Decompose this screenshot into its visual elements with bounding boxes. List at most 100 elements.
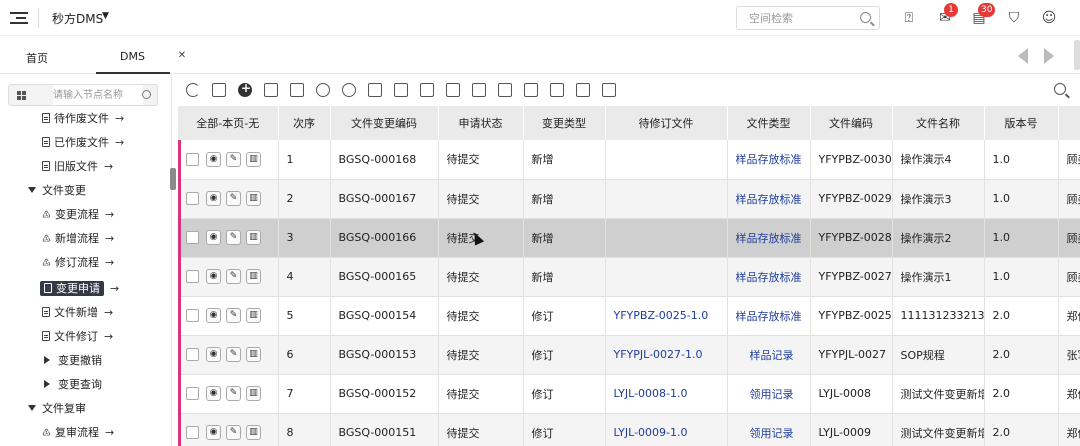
app-title[interactable]: 秒方DMS <box>52 10 103 27</box>
view-icon[interactable]: ◉ <box>206 230 221 245</box>
add-icon[interactable] <box>238 81 252 97</box>
edit-icon[interactable] <box>264 83 278 97</box>
cell-file-type-link[interactable]: 样品存放标准 <box>727 179 811 219</box>
attachment-icon[interactable] <box>524 83 538 97</box>
space-search-input[interactable] <box>737 7 855 29</box>
preview-icon[interactable] <box>342 83 356 97</box>
sidebar-item-change-request[interactable]: 变更申请 → <box>40 279 119 299</box>
table-row[interactable]: ◉ ✎ ▥ 5 BGSQ-000154 待提交 修订 YFYPBZ-0025-1.0 样品存放标… <box>178 296 1080 336</box>
row-checkbox[interactable] <box>186 348 199 361</box>
export-icon[interactable] <box>212 83 226 97</box>
edit-icon[interactable]: ✎ <box>226 191 241 206</box>
fullscreen-icon[interactable] <box>550 83 564 97</box>
column-header[interactable]: 文件变更编码 <box>330 106 439 140</box>
edit-icon[interactable]: ✎ <box>226 269 241 284</box>
sidebar-item-file-add[interactable]: 文件新增 → <box>42 303 113 323</box>
search-icon[interactable] <box>860 12 871 23</box>
table-row[interactable]: ◉ ✎ ▥ 3 BGSQ-000166 待提交 新增 样品存放标准 YFYPBZ-0028 操作演… <box>178 218 1080 258</box>
row-checkbox[interactable] <box>186 192 199 205</box>
edit-icon[interactable]: ✎ <box>226 308 241 323</box>
cell-file-type-link[interactable]: 领用记录 <box>727 413 811 446</box>
row-checkbox[interactable] <box>186 309 199 322</box>
share-icon[interactable] <box>472 83 486 97</box>
table-row[interactable]: ◉ ✎ ▥ 1 BGSQ-000168 待提交 新增 样品存放标准 YFYPBZ-0030 操作演… <box>178 140 1080 180</box>
sidebar-item-old-version[interactable]: 旧版文件 → <box>42 157 113 177</box>
view-icon[interactable]: ◉ <box>206 425 221 440</box>
table-row[interactable]: ◉ ✎ ▥ 6 BGSQ-000153 待提交 修订 YFYPJL-0027-1.0 样品记录 Y… <box>178 335 1080 375</box>
trash-icon[interactable]: ▥ <box>246 151 261 167</box>
cell-target-file-link[interactable]: LYJL-0008-1.0 <box>605 374 728 414</box>
column-header[interactable]: 变更类型 <box>523 106 606 140</box>
trash-icon[interactable]: ▥ <box>246 308 261 323</box>
select-all-header[interactable]: 全部-本页-无 <box>178 106 279 140</box>
sidebar-item-revise-flow[interactable]: ♳ 修订流程 → <box>42 253 114 273</box>
report-icon[interactable] <box>576 83 590 97</box>
tab-home[interactable]: 首页 <box>26 50 48 66</box>
tab-scroll-right-icon[interactable] <box>1044 48 1054 64</box>
cell-target-file-link[interactable]: LYJL-0009-1.0 <box>605 413 728 446</box>
cell-target-file-link[interactable] <box>605 140 728 180</box>
sidebar-item-pending-void[interactable]: 待作废文件 → <box>42 109 124 129</box>
cell-target-file-link[interactable] <box>605 179 728 219</box>
sidebar-group-file-change[interactable]: 文件变更 <box>28 181 86 201</box>
cell-file-type-link[interactable]: 样品记录 <box>727 335 811 375</box>
column-header[interactable]: 版本号 <box>984 106 1059 140</box>
edit-icon[interactable]: ✎ <box>226 386 241 401</box>
trash-icon[interactable]: ▥ <box>246 386 261 401</box>
grid-icon[interactable] <box>17 91 26 100</box>
trash-icon[interactable]: ▥ <box>246 191 261 206</box>
edit-icon[interactable]: ✎ <box>226 230 241 245</box>
cell-target-file-link[interactable] <box>605 218 728 258</box>
calculator-icon[interactable] <box>368 83 382 97</box>
print-icon[interactable] <box>316 83 330 97</box>
cell-target-file-link[interactable]: YFYPBZ-0025-1.0 <box>605 296 728 336</box>
cell-file-type-link[interactable]: 样品存放标准 <box>727 257 811 297</box>
search-icon[interactable] <box>142 90 151 99</box>
trash-icon[interactable]: ▥ <box>246 269 261 284</box>
row-checkbox[interactable] <box>186 152 199 166</box>
trash-icon[interactable]: ▥ <box>246 425 261 440</box>
shirt-icon[interactable]: ⛉ <box>1005 9 1023 27</box>
edit-icon[interactable]: ✎ <box>226 151 241 167</box>
trash-icon[interactable]: ▥ <box>246 347 261 362</box>
column-header[interactable]: 待修订文件 <box>605 106 728 140</box>
view-icon[interactable]: ◉ <box>206 386 221 401</box>
edit-icon[interactable]: ✎ <box>226 425 241 440</box>
cell-file-type-link[interactable]: 样品存放标准 <box>727 296 811 336</box>
column-header[interactable]: 文件类型 <box>727 106 811 140</box>
caret-down-icon[interactable]: ▼ <box>102 11 109 21</box>
chart-icon[interactable] <box>420 83 434 97</box>
view-icon[interactable]: ◉ <box>206 308 221 323</box>
edit-icon[interactable]: ✎ <box>226 347 241 362</box>
close-icon[interactable]: ✕ <box>176 50 188 62</box>
view-icon[interactable]: ◉ <box>206 269 221 284</box>
scrollbar[interactable] <box>1074 40 1080 70</box>
menu-icon[interactable] <box>10 9 28 27</box>
table-row[interactable]: ◉ ✎ ▥ 7 BGSQ-000152 待提交 修订 LYJL-0008-1.0 领用记录 LYJ… <box>178 374 1080 414</box>
delete-icon[interactable] <box>290 83 304 97</box>
row-checkbox[interactable] <box>186 231 199 244</box>
node-search-input[interactable] <box>53 85 143 105</box>
sidebar-group-change-query[interactable]: 变更查询 <box>44 375 102 395</box>
document-icon[interactable] <box>394 83 408 97</box>
column-header[interactable]: 文件编码 <box>810 106 893 140</box>
cell-target-file-link[interactable]: YFYPJL-0027-1.0 <box>605 335 728 375</box>
tab-dms[interactable]: DMS <box>120 50 145 63</box>
cell-file-type-link[interactable]: 领用记录 <box>727 374 811 414</box>
row-checkbox[interactable] <box>186 270 199 283</box>
sidebar-item-change-flow[interactable]: ♳ 变更流程 → <box>42 205 114 225</box>
search-icon[interactable] <box>1054 83 1066 95</box>
table-row[interactable]: ◉ ✎ ▥ 4 BGSQ-000165 待提交 新增 样品存放标准 YFYPBZ-0027 操作演… <box>178 257 1080 297</box>
chat-icon[interactable]: ☺ <box>1040 9 1058 27</box>
view-icon[interactable]: ◉ <box>206 191 221 206</box>
trash-icon[interactable]: ▥ <box>246 230 261 245</box>
row-checkbox[interactable] <box>186 426 199 439</box>
import-icon[interactable] <box>498 83 512 97</box>
column-header[interactable]: 文件名称 <box>892 106 985 140</box>
sidebar-item-add-flow[interactable]: ♳ 新增流程 → <box>42 229 114 249</box>
column-header[interactable]: 申请状态 <box>438 106 524 140</box>
cell-file-type-link[interactable]: 样品存放标准 <box>727 140 811 180</box>
row-checkbox[interactable] <box>186 387 199 400</box>
cell-file-type-link[interactable]: 样品存放标准 <box>727 218 811 258</box>
table-row[interactable]: ◉ ✎ ▥ 2 BGSQ-000167 待提交 新增 样品存放标准 YFYPBZ-0029 操作演… <box>178 179 1080 219</box>
